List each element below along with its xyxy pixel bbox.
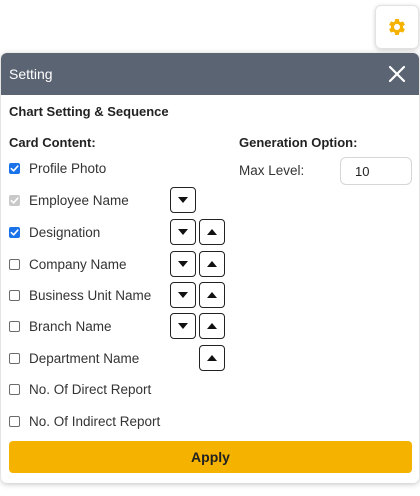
card-content-label: Designation (29, 224, 101, 240)
card-content-label: Department Name (29, 350, 140, 366)
move-down-button[interactable] (170, 313, 196, 339)
checkbox[interactable] (9, 320, 20, 332)
checkbox[interactable] (9, 352, 20, 364)
panel-title: Setting (9, 66, 53, 82)
card-content-label: Employee Name (29, 192, 129, 208)
card-content-label: Company Name (29, 256, 127, 272)
move-up-button[interactable] (199, 313, 225, 339)
card-content-item: Profile Photo (9, 158, 106, 178)
card-content-item: Business Unit Name (9, 285, 151, 305)
card-content-item: Employee Name (9, 190, 129, 210)
caret-up-icon (207, 229, 217, 235)
checkbox[interactable] (9, 258, 20, 270)
card-content-item: No. Of Direct Report (9, 379, 151, 399)
caret-up-icon (207, 323, 217, 329)
caret-up-icon (207, 355, 217, 361)
section-title: Chart Setting & Sequence (9, 104, 169, 119)
card-content-item: Designation (9, 222, 100, 242)
apply-button[interactable]: Apply (9, 441, 412, 473)
card-content-label: Business Unit Name (29, 287, 152, 303)
move-up-button[interactable] (199, 282, 225, 308)
checkbox[interactable] (9, 415, 20, 427)
move-down-button[interactable] (170, 251, 196, 277)
move-up-button[interactable] (199, 251, 225, 277)
card-content-item: Branch Name (9, 316, 112, 336)
card-content-item: No. Of Indirect Report (9, 411, 160, 431)
card-content-label: No. Of Direct Report (29, 381, 152, 397)
close-icon (388, 65, 406, 83)
caret-down-icon (178, 261, 188, 267)
caret-down-icon (178, 197, 188, 203)
settings-panel: Setting Chart Setting & Sequence Card Co… (1, 53, 419, 483)
card-content-item: Company Name (9, 254, 127, 274)
move-up-button[interactable] (199, 219, 225, 245)
generation-option-title: Generation Option: (239, 135, 358, 150)
card-content-title: Card Content: (9, 135, 96, 150)
card-content-label: Branch Name (29, 318, 112, 334)
settings-button[interactable] (375, 5, 419, 49)
caret-down-icon (178, 229, 188, 235)
checkbox (9, 194, 20, 206)
card-content-label: Profile Photo (29, 160, 107, 176)
move-down-button[interactable] (170, 187, 196, 213)
caret-down-icon (178, 323, 188, 329)
checkbox[interactable] (9, 226, 20, 238)
caret-down-icon (178, 292, 188, 298)
max-level-label: Max Level: (239, 163, 305, 178)
close-button[interactable] (385, 62, 409, 86)
checkbox[interactable] (9, 383, 20, 395)
panel-header: Setting (1, 53, 419, 95)
move-down-button[interactable] (170, 282, 196, 308)
card-content-item: Department Name (9, 348, 139, 368)
checkbox[interactable] (9, 162, 20, 174)
move-up-button[interactable] (199, 345, 225, 371)
max-level-input[interactable] (340, 157, 412, 185)
move-down-button[interactable] (170, 219, 196, 245)
caret-up-icon (207, 292, 217, 298)
gear-icon (389, 18, 405, 35)
caret-up-icon (207, 261, 217, 267)
card-content-label: No. Of Indirect Report (29, 413, 161, 429)
checkbox[interactable] (9, 289, 20, 301)
